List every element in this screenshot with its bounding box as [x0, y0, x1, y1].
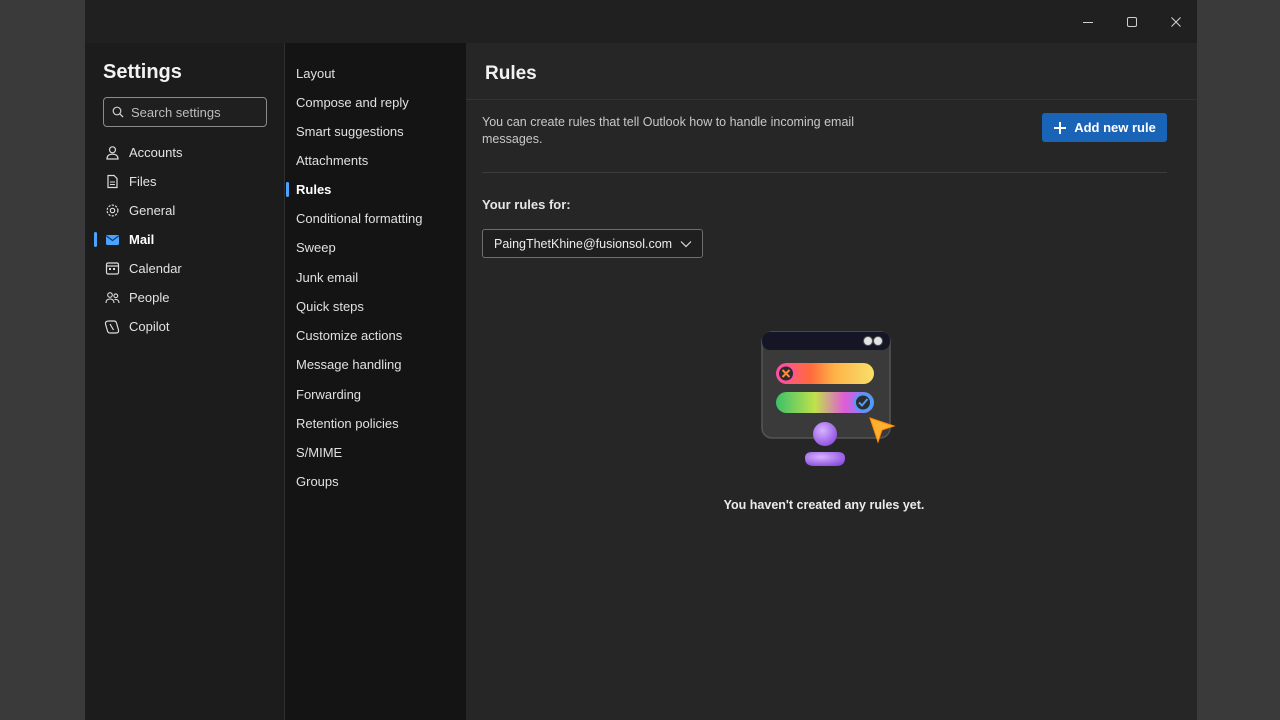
close-icon: [1171, 16, 1181, 27]
sidebar-item-accounts[interactable]: Accounts: [85, 138, 285, 167]
rules-pane: Rules You can create rules that tell Out…: [466, 43, 1197, 720]
mail-nav-sweep[interactable]: Sweep: [285, 233, 466, 262]
add-new-rule-label: Add new rule: [1074, 120, 1156, 135]
sidebar-item-files[interactable]: Files: [85, 167, 285, 196]
settings-title: Settings: [103, 61, 182, 83]
maximize-button[interactable]: [1110, 0, 1154, 43]
chevron-down-icon: [680, 240, 692, 247]
empty-rules-illustration: [761, 331, 896, 466]
copilot-icon: [104, 319, 120, 335]
mail-settings-nav: Layout Compose and reply Smart suggestio…: [285, 43, 466, 720]
section-divider: [482, 172, 1167, 173]
title-bar: [85, 0, 1197, 43]
sidebar-item-label: Copilot: [129, 319, 170, 334]
your-rules-for-label: Your rules for:: [482, 197, 571, 212]
calendar-icon: [104, 261, 120, 277]
minimize-icon: [1083, 21, 1093, 23]
rules-description: You can create rules that tell Outlook h…: [482, 115, 854, 146]
mail-nav-junk-email[interactable]: Junk email: [285, 263, 466, 292]
account-dropdown-value: PaingThetKhine@fusionsol.com: [494, 236, 673, 251]
mail-nav-rules[interactable]: Rules: [285, 175, 466, 204]
mail-nav-quick-steps[interactable]: Quick steps: [285, 292, 466, 321]
mail-nav-smart-suggestions[interactable]: Smart suggestions: [285, 117, 466, 146]
search-input[interactable]: [131, 104, 261, 120]
mail-nav-conditional-formatting[interactable]: Conditional formatting: [285, 204, 466, 233]
person-icon: [104, 145, 120, 161]
close-button[interactable]: [1154, 0, 1197, 43]
gear-icon: [104, 203, 120, 219]
plus-icon: [1054, 121, 1067, 134]
sidebar-item-label: Calendar: [129, 261, 182, 276]
sidebar-item-general[interactable]: General: [85, 196, 285, 225]
search-box[interactable]: [103, 97, 267, 127]
maximize-icon: [1127, 16, 1137, 27]
sidebar-item-mail[interactable]: Mail: [85, 225, 285, 254]
sidebar-item-label: People: [129, 290, 170, 305]
mail-nav-customize-actions[interactable]: Customize actions: [285, 321, 466, 350]
outlook-settings-window: Settings Accounts Files General: [85, 0, 1197, 720]
sidebar-item-calendar[interactable]: Calendar: [85, 254, 285, 283]
sidebar-item-label: Files: [129, 174, 157, 189]
mail-nav-attachments[interactable]: Attachments: [285, 146, 466, 175]
account-dropdown[interactable]: PaingThetKhine@fusionsol.com: [482, 229, 703, 258]
search-icon: [112, 106, 124, 118]
mail-nav-retention-policies[interactable]: Retention policies: [285, 409, 466, 438]
sidebar-item-label: Accounts: [129, 145, 183, 160]
mail-nav-forwarding[interactable]: Forwarding: [285, 380, 466, 409]
minimize-button[interactable]: [1066, 0, 1110, 43]
add-new-rule-button[interactable]: Add new rule: [1042, 113, 1167, 142]
sidebar-item-label: Mail: [129, 232, 155, 247]
file-icon: [104, 174, 120, 190]
mail-nav-message-handling[interactable]: Message handling: [285, 350, 466, 379]
header-divider: [466, 99, 1197, 100]
sidebar-item-people[interactable]: People: [85, 283, 285, 312]
mail-nav-layout[interactable]: Layout: [285, 59, 466, 88]
sidebar-item-label: General: [129, 203, 176, 218]
sidebar-item-copilot[interactable]: Copilot: [85, 312, 285, 341]
mail-nav-smime[interactable]: S/MIME: [285, 438, 466, 467]
page-title: Rules: [485, 63, 537, 84]
mail-nav-groups[interactable]: Groups: [285, 467, 466, 496]
mail-nav-compose-and-reply[interactable]: Compose and reply: [285, 88, 466, 117]
people-icon: [104, 290, 120, 306]
settings-sidebar: Settings Accounts Files General: [85, 43, 285, 720]
empty-state-message: You haven't created any rules yet.: [723, 498, 925, 512]
mail-icon: [104, 232, 120, 248]
